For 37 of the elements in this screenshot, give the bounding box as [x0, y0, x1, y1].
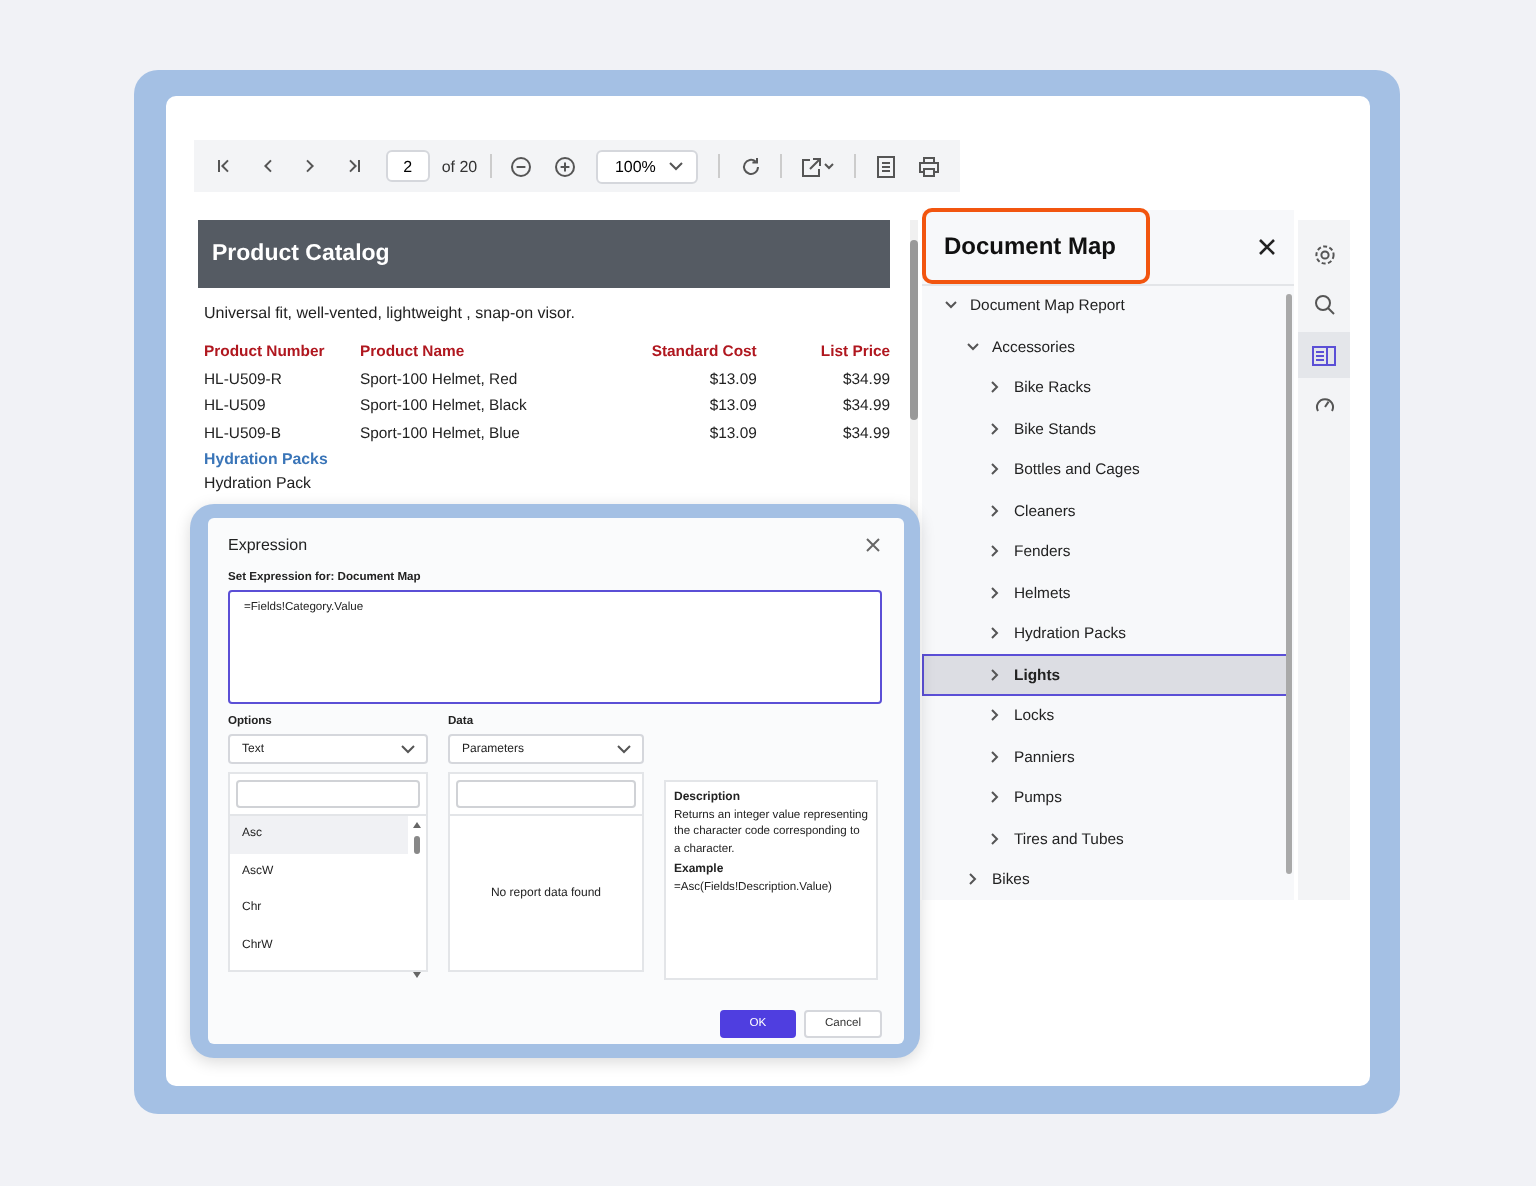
- chevron-icon: [988, 462, 1002, 477]
- chevron-icon: [944, 298, 958, 313]
- page-number-field[interactable]: 2: [385, 150, 430, 182]
- first-page-icon: [216, 158, 233, 174]
- document-map-title: Document Map: [944, 232, 1117, 261]
- search-field[interactable]: [236, 780, 420, 808]
- search-field[interactable]: [456, 780, 636, 808]
- chevron-icon: [966, 872, 980, 887]
- chevron-icon: [988, 380, 1002, 395]
- chevron-left-icon: [259, 158, 276, 174]
- chevron-icon: [988, 544, 1002, 559]
- product-description: Universal fit, well-vented, lightweight , snap-on visor.: [204, 304, 577, 322]
- chevron-icon: [988, 626, 1002, 641]
- chevron-right-icon: [302, 158, 319, 174]
- chevron-icon: [988, 585, 1002, 600]
- chevron-icon: [988, 421, 1002, 436]
- chevron-down-icon: [616, 744, 632, 754]
- chevron-icon: [988, 708, 1002, 723]
- minus-circle-icon: [510, 155, 533, 177]
- report-title: Product Catalog: [212, 242, 390, 266]
- chevron-icon: [988, 503, 1002, 518]
- chevron-icon: [988, 667, 1002, 682]
- close-icon[interactable]: [1254, 234, 1278, 259]
- last-page-icon: [345, 158, 362, 174]
- page-count: of 20: [441, 157, 478, 175]
- chevron-down-icon: [400, 744, 416, 754]
- chevron-icon: [988, 831, 1002, 846]
- export-icon: [800, 155, 837, 177]
- chevron-icon: [988, 749, 1002, 764]
- chevron-icon: [988, 790, 1002, 805]
- zoom-dropdown[interactable]: 100%: [596, 149, 698, 183]
- chevron-down-icon: [667, 160, 684, 172]
- plus-circle-icon: [553, 155, 576, 177]
- document-map-icon[interactable]: [1298, 332, 1350, 378]
- scrollbar[interactable]: [412, 820, 422, 980]
- chevron-icon: [966, 339, 980, 354]
- dialog-title: Expression: [228, 535, 308, 553]
